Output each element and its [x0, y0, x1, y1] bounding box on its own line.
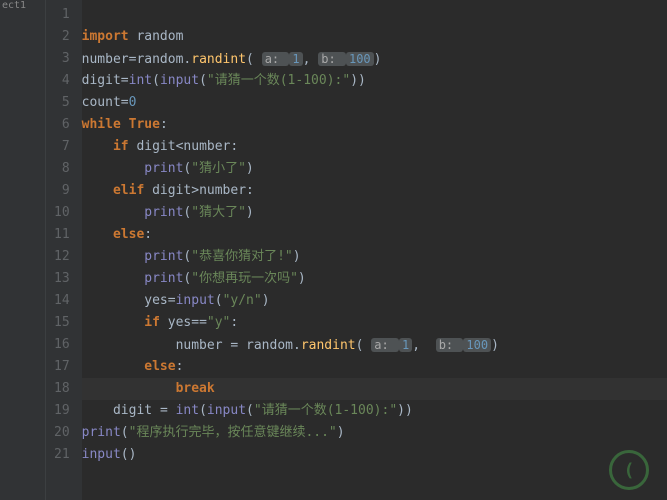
code-line[interactable]: print("猜大了") [82, 202, 667, 224]
line-number: 21 [54, 444, 70, 466]
line-number: 4 [54, 70, 70, 92]
sidebar-label: ect1 [2, 0, 26, 11]
code-line[interactable]: yes=input("y/n") [82, 290, 667, 312]
line-number: 11 [54, 224, 70, 246]
code-line[interactable]: number=random.randint( a: 1, b: 100) [82, 48, 667, 70]
code-line[interactable]: digit = int(input("请猜一个数(1-100):")) [82, 400, 667, 422]
code-line[interactable]: print("你想再玩一次吗") [82, 268, 667, 290]
code-line[interactable]: input() [82, 444, 667, 466]
code-line[interactable]: else: [82, 224, 667, 246]
code-line[interactable]: break [82, 378, 667, 400]
line-number: 3 [54, 48, 70, 70]
code-line[interactable]: else: [82, 356, 667, 378]
line-number: 8 [54, 158, 70, 180]
code-line[interactable]: print("程序执行完毕，按任意键继续...") [82, 422, 667, 444]
line-number: 19 [54, 400, 70, 422]
line-number-gutter: 123456789101112131415161718192021 [46, 0, 82, 500]
line-number: 7 [54, 136, 70, 158]
project-sidebar[interactable]: ect1 [0, 0, 46, 500]
code-line[interactable]: elif digit>number: [82, 180, 667, 202]
line-number: 10 [54, 202, 70, 224]
code-line[interactable]: while True: [82, 114, 667, 136]
code-line[interactable]: number = random.randint( a: 1, b: 100) [82, 334, 667, 356]
code-line[interactable] [82, 4, 667, 26]
line-number: 16 [54, 334, 70, 356]
code-line[interactable]: digit=int(input("请猜一个数(1-100):")) [82, 70, 667, 92]
line-number: 9 [54, 180, 70, 202]
watermark-icon: ( [609, 450, 649, 490]
line-number: 13 [54, 268, 70, 290]
line-number: 15 [54, 312, 70, 334]
code-line[interactable]: if yes=="y": [82, 312, 667, 334]
code-line[interactable]: if digit<number: [82, 136, 667, 158]
line-number: 17 [54, 356, 70, 378]
code-line[interactable]: count=0 [82, 92, 667, 114]
code-area[interactable]: import randomnumber=random.randint( a: 1… [82, 0, 667, 500]
code-line[interactable]: print("猜小了") [82, 158, 667, 180]
code-line[interactable]: import random [82, 26, 667, 48]
line-number: 5 [54, 92, 70, 114]
line-number: 1 [54, 4, 70, 26]
code-editor[interactable]: ect1 123456789101112131415161718192021 i… [0, 0, 667, 500]
code-line[interactable]: print("恭喜你猜对了!") [82, 246, 667, 268]
line-number: 2 [54, 26, 70, 48]
line-number: 6 [54, 114, 70, 136]
line-number: 12 [54, 246, 70, 268]
line-number: 20 [54, 422, 70, 444]
line-number: 18 [54, 378, 70, 400]
line-number: 14 [54, 290, 70, 312]
